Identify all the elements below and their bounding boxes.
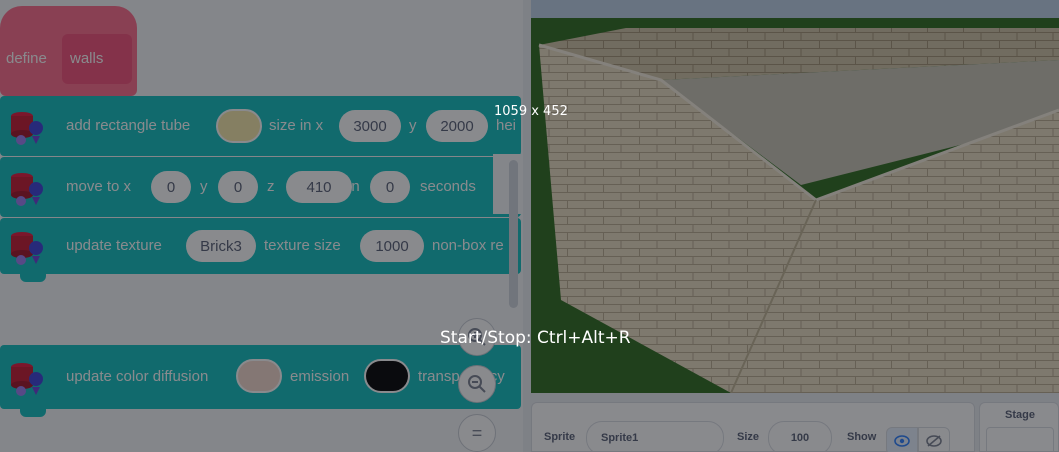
start-stop-hint: Start/Stop: Ctrl+Alt+R — [440, 328, 631, 348]
extension-icon — [11, 232, 43, 265]
texture-dropdown[interactable]: Brick3 — [186, 230, 256, 262]
color-label: update color diffusion — [66, 368, 209, 385]
eye-icon — [894, 435, 910, 447]
tube-y-label: y — [409, 117, 417, 134]
size-label: Size — [737, 431, 760, 443]
move-y-input[interactable]: 0 — [218, 171, 258, 203]
move-z-label: z — [267, 178, 275, 195]
move-seconds-input[interactable]: 0 — [370, 171, 410, 203]
extension-icon — [11, 112, 43, 145]
tube-size-label: size in x — [269, 117, 324, 134]
tube-color-swatch[interactable] — [216, 109, 262, 143]
define-name-param[interactable]: walls — [62, 34, 132, 84]
stage-selector-panel[interactable]: Stage — [979, 402, 1059, 452]
scroll-tab — [493, 154, 523, 214]
texture-size-input[interactable]: 1000 — [360, 230, 424, 262]
define-label: define — [6, 50, 47, 67]
texture-label: update texture — [66, 237, 162, 254]
extension-icon — [11, 173, 43, 206]
define-name-label: walls — [70, 50, 104, 67]
sprite-name-input[interactable]: Sprite1 — [586, 421, 724, 452]
move-x-input[interactable]: 0 — [151, 171, 191, 203]
update-texture-block[interactable]: update texture Brick3 texture size 1000 … — [0, 218, 521, 274]
zoom-reset-icon: = — [471, 422, 483, 443]
zoom-out-icon — [468, 375, 486, 393]
move-seconds-label: seconds — [420, 178, 476, 195]
zoom-out-button[interactable] — [458, 365, 496, 403]
sprite-info-panel: Sprite Sprite1 Size 100 Show — [531, 402, 975, 452]
define-block[interactable]: define walls — [0, 6, 137, 96]
tube-label: add rectangle tube — [66, 117, 191, 134]
move-to-block[interactable]: move to x 0 y 0 z 410 in 0 seconds — [0, 157, 521, 217]
stage-panel-title: Stage — [1005, 409, 1035, 421]
eye-hidden-icon — [926, 435, 942, 447]
zoom-reset-button[interactable]: = — [458, 414, 496, 452]
emission-color-swatch[interactable] — [364, 359, 410, 393]
add-rectangle-tube-block[interactable]: add rectangle tube size in x 3000 y 2000… — [0, 96, 521, 156]
block-notch — [20, 274, 46, 282]
move-in-label: in — [348, 178, 360, 195]
code-area[interactable]: define walls add rectangle tube size in … — [0, 0, 523, 452]
move-y-label: y — [200, 178, 208, 195]
show-hidden-button[interactable] — [918, 427, 950, 452]
tube-height-label: hei — [496, 117, 517, 134]
texture-size-label: texture size — [264, 237, 341, 254]
extension-icon — [11, 363, 43, 396]
move-z-input[interactable]: 410 — [286, 171, 352, 203]
diffusion-color-swatch[interactable] — [236, 359, 282, 393]
tube-y-input[interactable]: 2000 — [426, 110, 488, 142]
sprite-label: Sprite — [544, 431, 576, 443]
screen-dimensions-label: 1059 x 452 — [494, 104, 568, 119]
show-visible-button[interactable] — [886, 427, 918, 452]
texture-tail-label: non-box re — [432, 237, 504, 254]
stage-thumbnail[interactable] — [986, 427, 1054, 452]
show-label: Show — [847, 431, 877, 443]
block-notch — [20, 409, 46, 417]
size-input[interactable]: 100 — [768, 421, 832, 452]
tube-x-input[interactable]: 3000 — [339, 110, 401, 142]
emission-label: emission — [290, 368, 350, 385]
move-label: move to x — [66, 178, 132, 195]
vertical-scrollbar[interactable] — [509, 160, 518, 308]
update-color-block[interactable]: update color diffusion emission transpar… — [0, 345, 521, 409]
stage-sky — [531, 0, 1059, 18]
